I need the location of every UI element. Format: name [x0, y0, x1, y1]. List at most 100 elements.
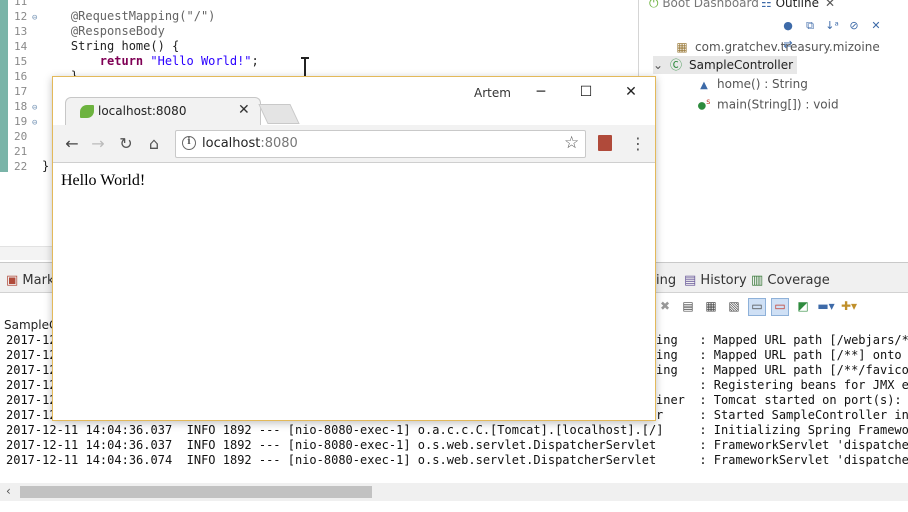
word-wrap-icon[interactable]: ▧ — [725, 299, 743, 317]
tab-title: localhost:8080 — [98, 104, 187, 118]
info-icon[interactable]: i — [182, 136, 196, 150]
outline-icon: ☷ — [761, 0, 776, 10]
pin-console-icon[interactable]: ◩ — [794, 299, 812, 317]
browser-toolbar: ← → ↻ ⌂ i localhost:8080 ☆ ⋮ — [53, 125, 655, 163]
console-line-right: ing : Mapped URL path [/**] onto ha — [656, 348, 908, 362]
display-console-icon[interactable]: ▬▾ — [817, 299, 835, 317]
close-window-icon[interactable]: ✕ — [614, 81, 648, 103]
code-token: "Hello World!" — [150, 54, 252, 68]
hide-fields-icon[interactable]: ● — [779, 19, 797, 37]
browser-titlebar[interactable]: Artem ─ ☐ ✕ localhost:8080 ✕ — [53, 77, 655, 125]
spring-leaf-icon — [80, 105, 94, 118]
tab-boot-dashboard[interactable]: ⏻ Boot Dashboard — [649, 0, 759, 11]
remove-launches-icon[interactable]: ✖ — [656, 299, 674, 317]
hide-static-icon[interactable]: ⧉ — [801, 19, 819, 37]
text-cursor-icon — [301, 57, 309, 81]
tab-history[interactable]: ▤ History — [684, 273, 747, 288]
reload-icon[interactable]: ↻ — [115, 133, 137, 155]
page-content: Hello World! — [61, 172, 146, 189]
code-line: 11 — [14, 0, 259, 9]
url-text: localhost:8080 — [202, 136, 298, 151]
console-line: 2017-12-11 14:04:36.037 INFO 1892 --- [n… — [6, 423, 664, 437]
line-number: 19 — [14, 115, 28, 128]
address-bar[interactable]: i localhost:8080 ☆ — [175, 130, 586, 158]
console-label: SampleC — [4, 318, 58, 332]
menu-kebab-icon[interactable]: ⋮ — [629, 133, 647, 155]
tab-outline[interactable]: ☷ Outline — [761, 0, 819, 10]
code-line: 12 ⊖ @RequestMapping("/") — [14, 9, 259, 24]
maximize-icon[interactable]: ☐ — [569, 81, 603, 103]
console-toolbar: ✖ ▤ ▦ ▧ ▭ ▭ ◩ ▬▾ ✚▾ — [656, 298, 863, 320]
console-line-right: : Registering beans for JMX exp — [656, 378, 908, 392]
outline-tabs: ⏻ Boot Dashboard ☷ Outline ✕ — [639, 0, 908, 12]
tab-markers[interactable]: ▣ Mark — [6, 273, 54, 288]
home-icon[interactable]: ⌂ — [143, 133, 165, 155]
chevron-down-icon: ⌄ — [653, 58, 664, 72]
console-line-right: iner : Tomcat started on port(s): 80 — [656, 393, 908, 407]
console-line-right: ing : Mapped URL path [/**/favicon. — [656, 363, 908, 377]
line-number: 11 — [14, 0, 28, 8]
outline-view: ⏻ Boot Dashboard ☷ Outline ✕ ● ⧉ ↓ᵃ ⊘ ✕⇄ ▦ co… — [638, 0, 908, 262]
package-icon: ▦ — [676, 40, 688, 54]
console-line-right: : FrameworkServlet 'dispatcherS — [656, 438, 908, 452]
tree-item-method-main[interactable]: ●s main(String[]) : void — [697, 93, 839, 111]
line-number: 22 — [14, 160, 28, 173]
tree-item-package[interactable]: ▦ com.gratchev.treasury.mizoine — [675, 38, 879, 56]
code-line: 15 return "Hello World!"; — [14, 54, 259, 69]
outline-toolbar: ● ⧉ ↓ᵃ ⊘ ✕⇄ — [779, 18, 908, 51]
coverage-icon: ▥ — [751, 273, 768, 288]
line-number: 16 — [14, 70, 28, 83]
hide-nonpublic-icon[interactable]: ⊘ — [845, 19, 863, 37]
code-token: String home() { — [42, 39, 180, 53]
console-horizontal-scrollbar[interactable]: ‹ — [0, 483, 908, 501]
hide-local-types-icon[interactable]: ✕ — [867, 19, 885, 37]
scrollbar-thumb[interactable] — [20, 486, 372, 498]
line-number: 17 — [14, 85, 28, 98]
clear-console-icon[interactable]: ▤ — [679, 299, 697, 317]
boot-dashboard-icon: ⏻ — [649, 0, 663, 10]
console-line: 2017-12-11 14:04:36.037 INFO 1892 --- [n… — [6, 438, 657, 452]
console-line-right: r : Started SampleController in 4 — [656, 408, 908, 422]
close-icon[interactable]: ✕ — [825, 0, 835, 10]
console-line-right: ing : Mapped URL path [/webjars/**] — [656, 333, 908, 347]
code-line: 13 @ResponseBody — [14, 24, 259, 39]
code-token: return — [42, 54, 151, 68]
back-icon[interactable]: ← — [61, 133, 83, 155]
markers-icon: ▣ — [6, 273, 23, 288]
scroll-left-icon[interactable]: ‹ — [6, 484, 11, 498]
console-line-right: : Initializing Spring Framework — [656, 423, 908, 437]
tab-profiling[interactable]: ing — [656, 273, 676, 288]
code-token: @RequestMapping("/") — [42, 9, 216, 23]
line-number: 15 — [14, 55, 28, 68]
tree-item-class[interactable]: ⌄ Ⓒ SampleController — [653, 56, 798, 74]
line-number: 12 — [14, 10, 28, 23]
code-token: ; — [251, 54, 259, 68]
console-line-right: : FrameworkServlet 'dispatcherS — [656, 453, 908, 467]
tab-coverage[interactable]: ▥ Coverage — [751, 273, 830, 288]
show-on-stderr-icon[interactable]: ▭ — [771, 298, 789, 316]
scroll-lock-icon[interactable]: ▦ — [702, 299, 720, 317]
new-tab-button[interactable] — [258, 104, 300, 124]
close-tab-icon[interactable]: ✕ — [238, 102, 250, 118]
history-icon: ▤ — [684, 273, 701, 288]
bookmark-star-icon[interactable]: ☆ — [564, 133, 579, 153]
code-token: @ResponseBody — [42, 24, 165, 38]
extension-icon[interactable] — [598, 135, 612, 151]
line-number: 14 — [14, 40, 28, 53]
tree-item-method-home[interactable]: ▲ home() : String — [697, 75, 808, 93]
code-token: } — [42, 159, 50, 173]
open-console-icon[interactable]: ✚▾ — [840, 299, 858, 317]
browser-tab[interactable]: localhost:8080 ✕ — [65, 97, 261, 125]
change-ruler — [0, 0, 8, 172]
minimize-icon[interactable]: ─ — [524, 81, 558, 103]
method-public-static-icon: ●s — [697, 97, 711, 112]
profile-name[interactable]: Artem — [474, 86, 511, 100]
show-on-stdout-icon[interactable]: ▭ — [748, 298, 766, 316]
console-output-right[interactable]: ing : Mapped URL path [/webjars/**] ing :… — [656, 333, 908, 468]
line-number: 13 — [14, 25, 28, 38]
line-number: 21 — [14, 145, 28, 158]
sort-alpha-icon[interactable]: ↓ᵃ — [823, 19, 841, 37]
forward-icon[interactable]: → — [87, 133, 109, 155]
line-number: 20 — [14, 130, 28, 143]
line-number: 18 — [14, 100, 28, 113]
